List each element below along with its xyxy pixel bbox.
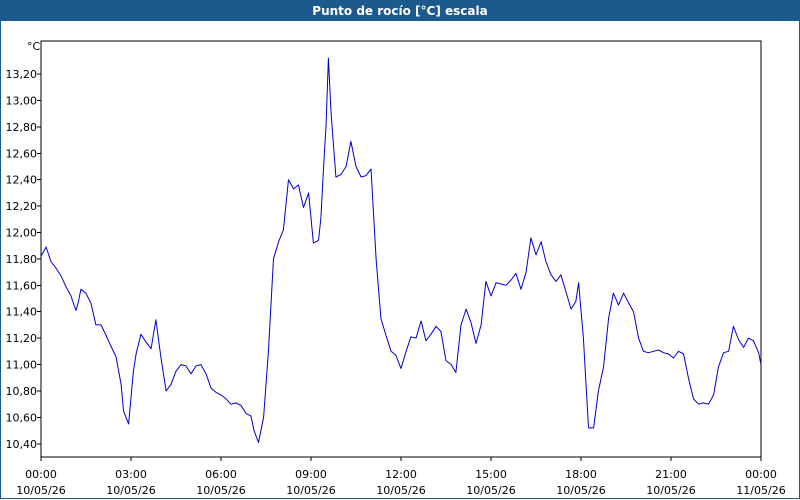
y-tick-label-3: 11,00 (6, 359, 38, 372)
y-tick-label-13: 13,00 (6, 94, 38, 107)
x-tick-time-0: 00:00 (25, 468, 57, 481)
x-tick-time-3: 09:00 (295, 468, 327, 481)
x-tick-time-5: 15:00 (475, 468, 507, 481)
x-tick-time-6: 18:00 (565, 468, 597, 481)
plot-background (41, 41, 761, 457)
plot-area (40, 40, 762, 458)
x-tick-date-7: 10/05/26 (646, 484, 695, 497)
x-tick-date-2: 10/05/26 (196, 484, 245, 497)
y-tick-label-4: 11,20 (6, 332, 38, 345)
y-tick-label-0: 10,40 (6, 438, 38, 451)
x-tick-time-4: 12:00 (385, 468, 417, 481)
x-tick-time-7: 21:00 (655, 468, 687, 481)
x-tick-date-4: 10/05/26 (376, 484, 425, 497)
y-tick-label-7: 11,80 (6, 253, 38, 266)
x-tick-date-0: 10/05/26 (16, 484, 65, 497)
x-axis-ticks: 00:00 10/05/26 03:00 10/05/26 06:00 10/05/26 0… (16, 457, 786, 497)
y-tick-label-6: 11,60 (6, 279, 38, 292)
x-tick-date-5: 10/05/26 (466, 484, 515, 497)
x-tick-date-8: 11/05/26 (736, 484, 785, 497)
y-tick-label-8: 12,00 (6, 226, 38, 239)
chart-frame: 10,40 10,60 10,80 11,00 11,20 11,40 11,60 11,80… (0, 21, 800, 499)
y-tick-label-2: 10,80 (6, 385, 38, 398)
y-tick-label-14: 13,20 (6, 68, 38, 81)
dew-point-chart: 10,40 10,60 10,80 11,00 11,20 11,40 11,60 11,80… (6, 40, 786, 497)
y-tick-label-11: 12,60 (6, 147, 38, 160)
chart-title: Punto de rocío [°C] escala (0, 0, 800, 21)
y-tick-label-10: 12,40 (6, 174, 38, 187)
y-axis-ticks: 10,40 10,60 10,80 11,00 11,20 11,40 11,60 11,80… (6, 68, 41, 451)
x-tick-time-1: 03:00 (115, 468, 147, 481)
x-tick-date-3: 10/05/26 (286, 484, 335, 497)
x-tick-date-6: 10/05/26 (556, 484, 605, 497)
y-tick-label-9: 12,20 (6, 200, 38, 213)
x-tick-date-1: 10/05/26 (106, 484, 155, 497)
x-tick-time-2: 06:00 (205, 468, 237, 481)
y-tick-label-12: 12,80 (6, 121, 38, 134)
y-tick-label-5: 11,40 (6, 306, 38, 319)
y-axis-unit: °C (27, 40, 41, 53)
y-tick-label-1: 10,60 (6, 411, 38, 424)
x-tick-time-8: 00:00 (745, 468, 777, 481)
